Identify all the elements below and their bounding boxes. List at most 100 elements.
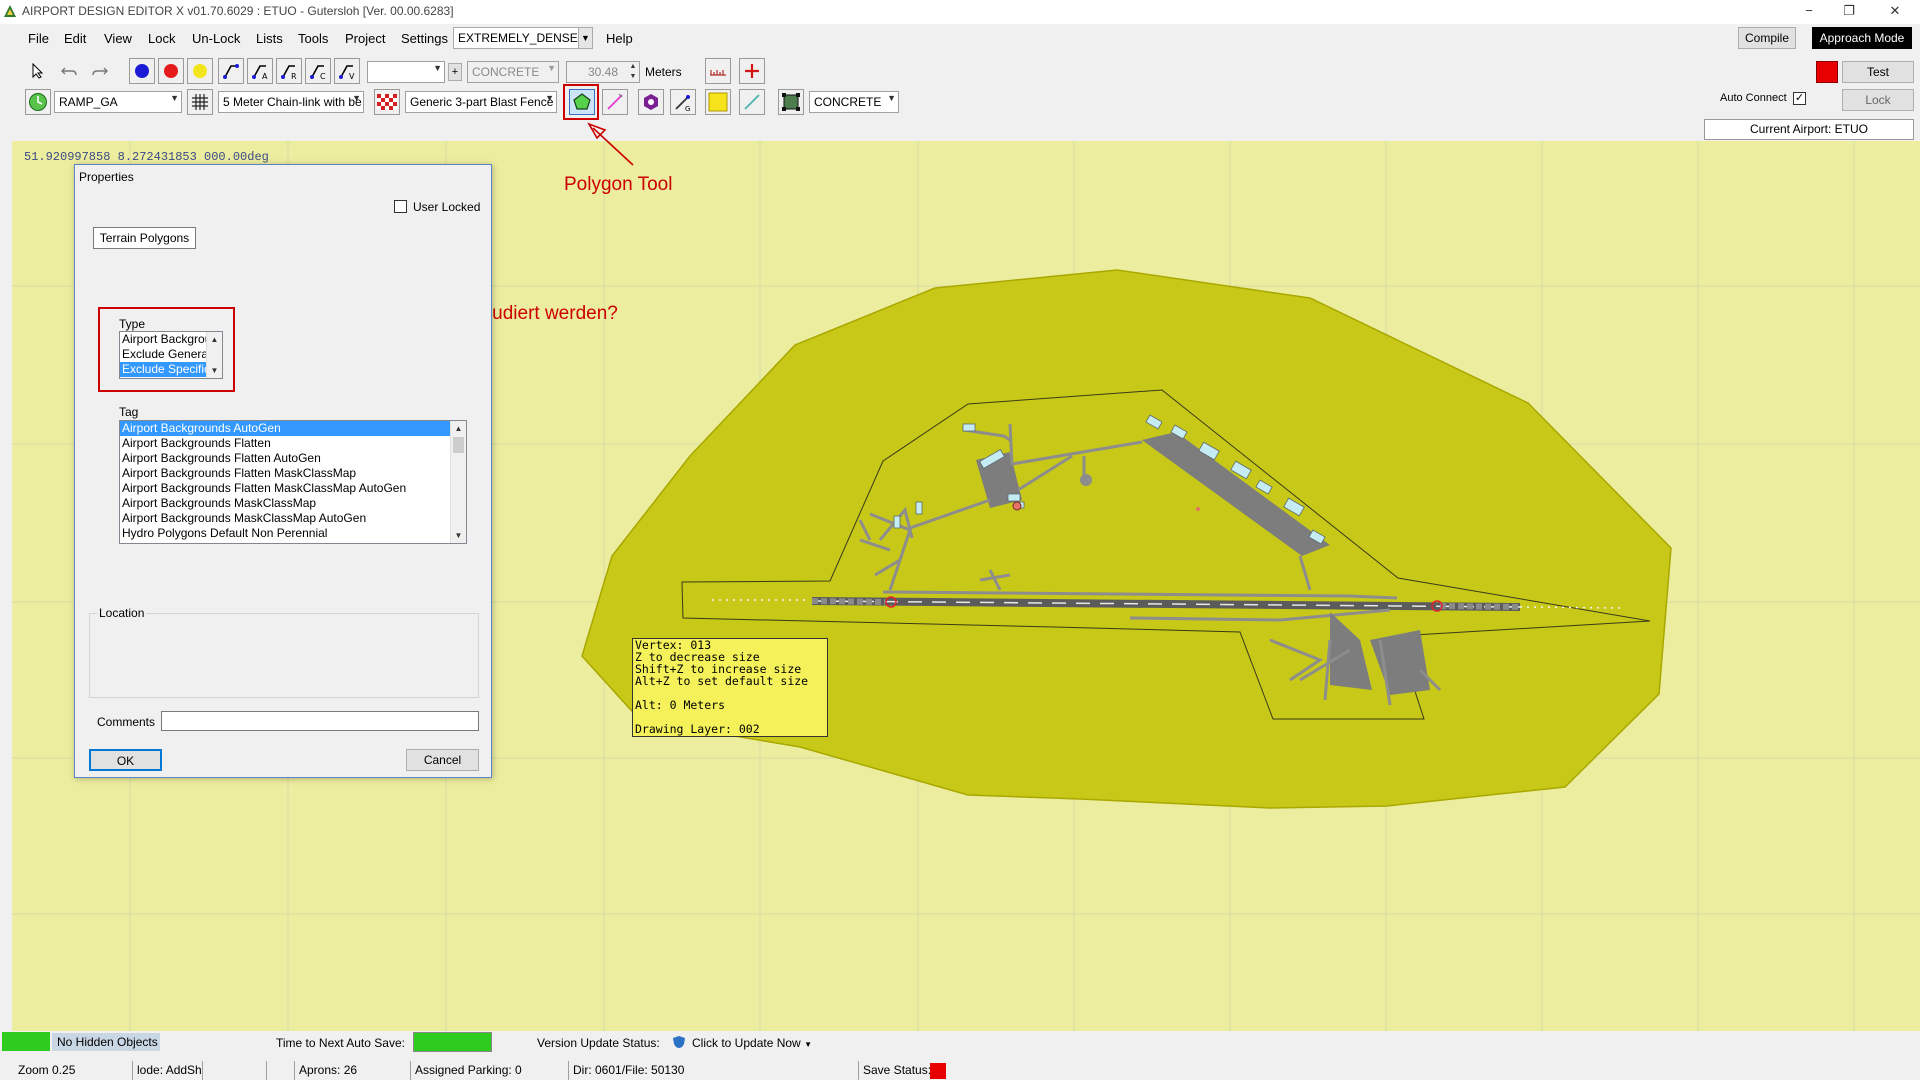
comments-field[interactable] — [161, 711, 479, 731]
list-item[interactable]: Airport Backgrounds Flatten MaskClassMap — [120, 466, 450, 481]
hexagon-icon[interactable] — [638, 89, 664, 115]
diagonal-line-icon[interactable] — [739, 89, 765, 115]
menu-edit[interactable]: Edit — [64, 31, 86, 46]
tag-listbox[interactable]: Airport Backgrounds AutoGen Airport Backg… — [119, 420, 467, 544]
red-circle-icon[interactable] — [158, 58, 184, 84]
chevron-down-icon: ▼ — [545, 93, 554, 103]
vertex-info-line: Drawing Layer: 002 — [635, 722, 760, 736]
density-preset-select[interactable]: EXTREMELY_DENSE ▼ — [453, 27, 593, 49]
ramp-type-value: RAMP_GA — [59, 95, 118, 109]
line-g-icon[interactable]: G — [670, 89, 696, 115]
menu-lists[interactable]: Lists — [256, 31, 283, 46]
ramp-type-select[interactable]: RAMP_GA ▼ — [54, 91, 182, 113]
fence-type-value: 5 Meter Chain-link with be — [223, 95, 362, 109]
vertex-info-line: Alt: 0 Meters — [635, 698, 726, 712]
ruler-icon[interactable] — [705, 58, 731, 84]
list-item[interactable]: Airport Backgrounds Flatten MaskClassMap… — [120, 481, 450, 496]
mode-status: lode: AddShapePol — [132, 1061, 202, 1080]
path-type-select[interactable]: ▼ — [367, 61, 445, 83]
checker-icon[interactable] — [374, 89, 400, 115]
polygon-tool-annotation: Polygon Tool — [564, 174, 673, 195]
taxi-path-a-icon[interactable]: A — [247, 58, 273, 84]
menu-unlock[interactable]: Un-Lock — [192, 31, 240, 46]
list-item[interactable]: Hydro Polygons Default Non Perennial — [120, 526, 450, 541]
chevron-down-icon: ▼ — [170, 93, 179, 103]
auto-connect-label: Auto Connect — [1720, 92, 1787, 104]
scrollbar-thumb[interactable] — [453, 437, 464, 453]
lock-button[interactable]: Lock — [1842, 89, 1914, 111]
clock-icon[interactable] — [25, 89, 51, 115]
menu-tools[interactable]: Tools — [298, 31, 328, 46]
surface-select-disabled: CONCRETE ▼ — [467, 61, 559, 83]
list-item[interactable]: Airport Backgrounds Flatten — [120, 436, 450, 451]
menu-file[interactable]: File — [28, 31, 49, 46]
taxi-path-v-icon[interactable]: V — [334, 58, 360, 84]
taxi-path-c-icon[interactable]: C — [305, 58, 331, 84]
cancel-button[interactable]: Cancel — [406, 749, 479, 771]
blue-circle-icon[interactable] — [129, 58, 155, 84]
list-item[interactable]: Airport Backgrounds MaskClassMap AutoGen — [120, 511, 450, 526]
red-cross-icon[interactable] — [739, 58, 765, 84]
chevron-down-icon: ▼ — [578, 28, 592, 48]
app-logo-icon — [4, 5, 16, 17]
user-locked-checkbox[interactable] — [394, 200, 407, 213]
menu-lock[interactable]: Lock — [148, 31, 175, 46]
test-button[interactable]: Test — [1842, 61, 1914, 83]
status-cell-blank — [202, 1061, 230, 1080]
elevation-stepper[interactable]: 30.48 ▲ ▼ — [566, 61, 640, 83]
list-scrollbar[interactable]: ▲ ▼ — [450, 421, 466, 543]
terrain-polygons-tab[interactable]: Terrain Polygons — [93, 227, 196, 249]
yellow-square-icon[interactable] — [705, 89, 731, 115]
location-group — [89, 613, 479, 698]
chevron-up-icon[interactable]: ▲ — [451, 421, 466, 436]
menu-view[interactable]: View — [104, 31, 132, 46]
version-update-label: Version Update Status: — [537, 1036, 660, 1050]
compile-button[interactable]: Compile — [1738, 27, 1796, 49]
list-item[interactable]: Airport Backgrounds MaskClassMap — [120, 496, 450, 511]
current-airport-label: Current Airport: ETUO — [1704, 119, 1914, 140]
user-locked-label: User Locked — [413, 200, 481, 214]
polygon-tool-highlight — [563, 84, 599, 120]
yellow-circle-icon[interactable] — [187, 58, 213, 84]
redo-icon[interactable] — [87, 58, 113, 84]
approach-mode-button[interactable]: Approach Mode — [1812, 27, 1912, 49]
stepper-down-icon[interactable]: ▼ — [627, 72, 639, 82]
location-label: Location — [97, 606, 147, 620]
menu-help[interactable]: Help — [606, 31, 633, 46]
list-item[interactable]: Airport Backgrounds Flatten AutoGen — [120, 451, 450, 466]
menu-project[interactable]: Project — [345, 31, 385, 46]
auto-connect-checkbox[interactable]: ✓ — [1793, 92, 1806, 105]
density-preset-value: EXTREMELY_DENSE — [458, 31, 578, 45]
taxi-path-r-icon[interactable]: R — [276, 58, 302, 84]
close-button[interactable]: ✕ — [1872, 0, 1918, 24]
list-item[interactable]: Airport Backgrounds AutoGen — [120, 421, 450, 436]
status-indicator-red — [1816, 61, 1838, 83]
blast-fence-value: Generic 3-part Blast Fence — [410, 95, 554, 109]
surface-disabled-value: CONCRETE — [472, 65, 540, 79]
fence-type-select[interactable]: 5 Meter Chain-link with be ▼ — [218, 91, 364, 113]
small-add-button[interactable]: + — [448, 63, 462, 81]
select-frame-icon[interactable] — [778, 89, 804, 115]
properties-dialog: Properties User Locked Terrain Polygons … — [74, 164, 492, 778]
chevron-down-icon[interactable]: ▼ — [451, 528, 466, 543]
ok-button[interactable]: OK — [89, 749, 162, 771]
stepper-up-icon[interactable]: ▲ — [627, 62, 639, 72]
surface-type-select[interactable]: CONCRETE ▼ — [809, 91, 899, 113]
undo-icon[interactable] — [56, 58, 82, 84]
chevron-down-icon: ▼ — [352, 93, 361, 103]
svg-text:C: C — [320, 72, 326, 80]
taxi-path-icon[interactable] — [218, 58, 244, 84]
select-arrow-icon[interactable] — [25, 58, 51, 84]
grid-icon[interactable] — [187, 89, 213, 115]
svg-text:R: R — [291, 72, 297, 80]
surface-type-value: CONCRETE — [814, 95, 882, 109]
wand-line-icon[interactable] — [602, 89, 628, 115]
no-hidden-objects-label[interactable]: No Hidden Objects — [52, 1033, 160, 1051]
blast-fence-select[interactable]: Generic 3-part Blast Fence ▼ — [405, 91, 557, 113]
restore-button[interactable]: ❐ — [1826, 0, 1872, 24]
type-highlight — [98, 307, 235, 392]
svg-text:A: A — [262, 72, 268, 80]
menu-bar: File Edit View Lock Un-Lock Lists Tools … — [0, 24, 1920, 54]
menu-settings[interactable]: Settings — [401, 31, 448, 46]
update-now-link[interactable]: Click to Update Now ▼ — [692, 1036, 812, 1050]
